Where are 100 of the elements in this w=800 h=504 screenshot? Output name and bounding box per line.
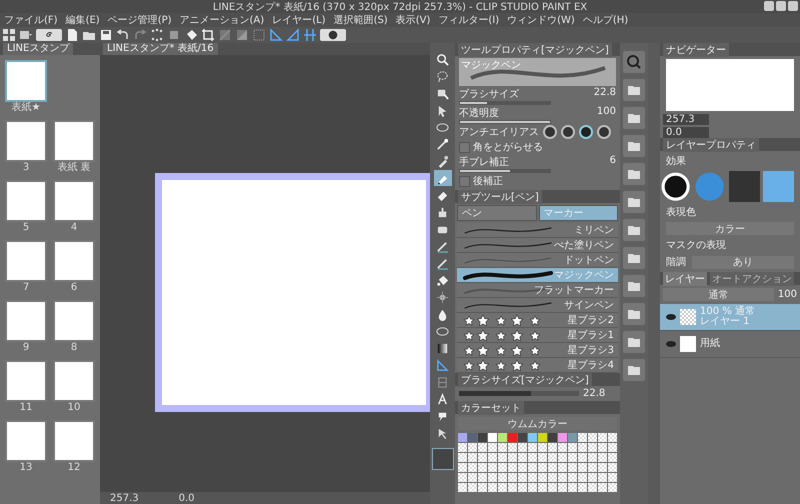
panel-tab[interactable]: レイヤー [663, 272, 707, 286]
page-thumbnail[interactable] [53, 300, 95, 342]
ruler-icon[interactable] [286, 28, 300, 42]
page-thumbnail[interactable] [5, 360, 47, 402]
save-icon[interactable] [99, 28, 113, 42]
color-swatch[interactable] [548, 433, 557, 442]
color-swatch[interactable] [498, 433, 507, 442]
menu-item[interactable]: 編集(E) [66, 13, 100, 27]
checkbox[interactable] [459, 176, 470, 186]
color-swatch[interactable] [538, 433, 547, 442]
antialias-option[interactable] [561, 125, 575, 139]
grid-icon[interactable] [2, 28, 16, 42]
menu-item[interactable]: ファイル(F) [4, 13, 58, 27]
panel-button[interactable] [623, 303, 645, 325]
slider[interactable] [459, 101, 551, 105]
maximize-button[interactable] [776, 1, 786, 11]
effect-icon[interactable] [660, 171, 692, 202]
color-swatch[interactable] [508, 433, 517, 442]
help-icon [328, 30, 338, 40]
panel-button[interactable] [623, 51, 645, 73]
menu-item[interactable]: ウィンドウ(W) [507, 13, 575, 27]
slider[interactable] [459, 391, 579, 396]
panel-button[interactable] [623, 331, 645, 353]
checkbox[interactable] [459, 142, 470, 152]
color-set-dropdown[interactable]: ウムムカラー [458, 417, 617, 430]
panel-button[interactable] [623, 359, 645, 381]
color-swatch[interactable] [468, 433, 477, 442]
page-thumbnail[interactable] [5, 120, 47, 162]
antialias-option[interactable] [579, 125, 593, 139]
page-thumbnail[interactable] [5, 420, 47, 462]
page-thumbnail[interactable] [53, 240, 95, 282]
page-thumbnail[interactable] [5, 240, 47, 282]
panel-button[interactable] [623, 107, 645, 129]
panel-tab[interactable]: オートアクション [710, 272, 794, 286]
panel-button[interactable] [623, 163, 645, 185]
panel-button[interactable] [623, 135, 645, 157]
effect-label: 効果 [665, 154, 687, 168]
brush-item[interactable]: 星ブラシ3 [457, 343, 618, 358]
brush-item[interactable]: 星ブラシ1 [457, 328, 618, 343]
panel-button[interactable] [623, 247, 645, 269]
zoom-field[interactable]: 257.3 [663, 114, 709, 125]
angle-value: 0.0 [178, 492, 195, 504]
color-swatch[interactable] [568, 433, 577, 442]
color-swatch[interactable] [558, 433, 567, 442]
dots-icon[interactable] [150, 28, 164, 42]
tool-button[interactable] [434, 170, 452, 186]
guide-icon[interactable] [303, 28, 317, 42]
angle-field[interactable]: 0.0 [663, 127, 709, 138]
folder-icon [627, 307, 641, 321]
window-icon[interactable] [19, 28, 33, 42]
page-thumbnail[interactable] [53, 180, 95, 222]
panel-button[interactable] [623, 219, 645, 241]
panel-button[interactable] [623, 191, 645, 213]
brush-item[interactable]: ドットペン [457, 253, 618, 268]
page-thumbnail[interactable] [5, 180, 47, 222]
blend-mode-dropdown[interactable]: 通常 [663, 288, 774, 302]
help-button[interactable] [320, 29, 346, 41]
tone-dropdown[interactable]: あり [692, 256, 794, 269]
color-swatch[interactable] [518, 433, 527, 442]
page-thumbnail[interactable] [5, 60, 47, 102]
crop-icon[interactable] [201, 28, 215, 42]
eye-icon[interactable] [666, 314, 676, 320]
brush-item[interactable]: 星ブラシ2 [457, 313, 618, 328]
antialias-option[interactable] [543, 125, 557, 139]
menu-item[interactable]: レイヤー(L) [272, 13, 326, 27]
color-dropdown[interactable]: カラー [666, 222, 794, 236]
menu-item[interactable]: 選択範囲(S) [334, 13, 388, 27]
brush-item[interactable]: ミリペン [457, 223, 618, 238]
brush-item[interactable]: サインペン [457, 298, 618, 313]
layer-row[interactable]: 用紙 [660, 331, 800, 358]
menu-item[interactable]: アニメーション(A) [180, 13, 264, 27]
antialias-option[interactable] [597, 125, 611, 139]
brush-item[interactable]: べた塗りペン [457, 238, 618, 253]
page-thumbnail[interactable] [53, 120, 95, 162]
menu-item[interactable]: フィルター(I) [438, 13, 500, 27]
menu-item[interactable]: ページ管理(P) [108, 13, 172, 27]
slider[interactable] [459, 169, 551, 173]
page-thumbnail[interactable] [53, 420, 95, 462]
menu-item[interactable]: ヘルプ(H) [582, 13, 628, 27]
eye-icon[interactable] [666, 341, 676, 348]
color-swatch[interactable] [478, 433, 487, 442]
brush-item[interactable]: フラットマーカー [457, 283, 618, 298]
close-button[interactable] [788, 1, 798, 11]
brush-item[interactable]: 星ブラシ4 [457, 358, 618, 373]
menu-item[interactable]: 表示(V) [396, 13, 430, 27]
zoom-value: 257.3 [110, 492, 139, 504]
ruler-icon[interactable] [269, 28, 283, 42]
color-swatch[interactable] [528, 433, 537, 442]
page-thumbnail[interactable] [5, 300, 47, 342]
main-color-swatch[interactable] [432, 448, 454, 470]
page-thumbnail[interactable] [53, 360, 95, 402]
color-swatch[interactable] [458, 433, 467, 442]
panel-button[interactable] [623, 275, 645, 297]
subtool-group-tab[interactable]: ペン [457, 205, 536, 221]
spiral-button[interactable] [36, 29, 62, 41]
minimize-button[interactable] [764, 1, 774, 11]
selection-icon[interactable] [252, 28, 266, 42]
undo-icon[interactable] [116, 28, 130, 42]
panel-button[interactable] [623, 79, 645, 101]
color-swatch[interactable] [488, 433, 497, 442]
